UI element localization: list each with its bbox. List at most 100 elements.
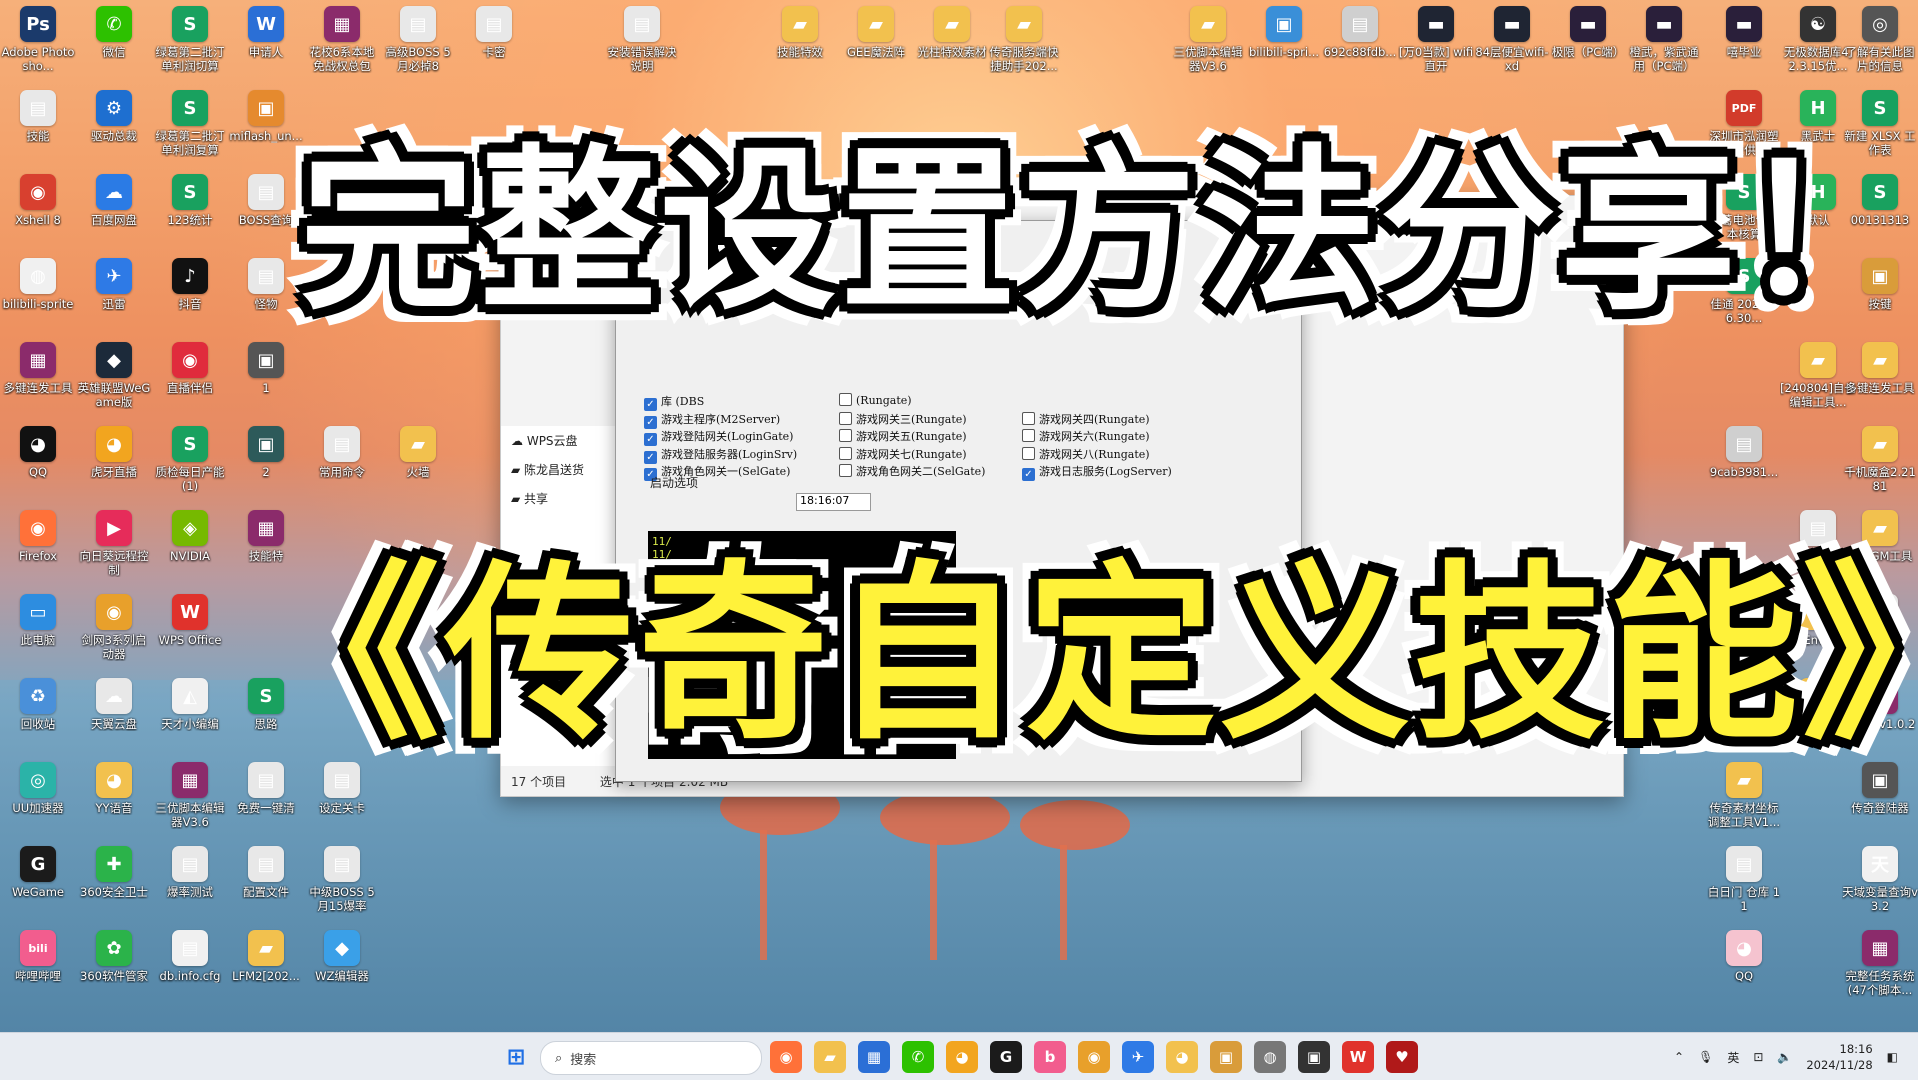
desktop-icon[interactable]: ✆ 微信 — [76, 6, 152, 59]
service-checkbox[interactable]: 库 (DBS — [644, 393, 704, 411]
desktop-icon[interactable]: ✿ 360软件管家 — [76, 930, 152, 983]
taskbar-app-sprite[interactable]: ◍ — [1254, 1041, 1286, 1073]
desktop-icon[interactable]: ▰ 火墙 — [380, 426, 456, 479]
taskbar-app-wps[interactable]: W — [1342, 1041, 1374, 1073]
service-checkbox[interactable]: 游戏日志服务(LogServer) — [1022, 463, 1172, 481]
desktop-icon[interactable]: ◕ QQ — [0, 426, 76, 479]
desktop-icon[interactable]: ▤ 配置文件 — [228, 846, 304, 899]
desktop-icon[interactable]: ▬ 嘻毕业 — [1706, 6, 1782, 59]
taskbar-app-huya[interactable]: ◕ — [946, 1041, 978, 1073]
desktop-icon[interactable]: ▣ bilibili-spri... — [1246, 6, 1322, 59]
desktop-icon[interactable]: ⚙ 驱动总裁 — [76, 90, 152, 143]
desktop-icon[interactable]: ▬ 橙武，紫武通用（PC端） — [1626, 6, 1702, 73]
desktop-icon[interactable]: ▰ LFM2[202... — [228, 930, 304, 983]
taskbar-clock[interactable]: 18:16 2024/11/28 — [1806, 1041, 1872, 1073]
desktop-icon[interactable]: ▣ 1 — [228, 342, 304, 395]
desktop-icon[interactable]: ▤ 9cab3981... — [1706, 426, 1782, 479]
taskbar-app-wegame[interactable]: G — [990, 1041, 1022, 1073]
desktop-icon[interactable]: ▣ miflash_un... — [228, 90, 304, 143]
service-checkbox[interactable]: (Rungate) — [839, 393, 912, 407]
microphone-icon[interactable]: 🎙 — [1698, 1050, 1713, 1064]
desktop-icon[interactable]: ◆ 英雄联盟WeGame版 — [76, 342, 152, 409]
desktop-icon[interactable]: ▤ 安装错误解决说明 — [604, 6, 680, 73]
service-checkbox[interactable]: 游戏登陆网关(LoginGate) — [644, 428, 793, 446]
desktop-icon[interactable]: ▤ 692c88fdb... — [1322, 6, 1398, 59]
desktop-icon[interactable]: ▰ GEE魔法阵 — [838, 6, 914, 59]
desktop-icon[interactable]: ◈ NVIDIA — [152, 510, 228, 563]
taskbar-app-jianwang[interactable]: ◉ — [1078, 1041, 1110, 1073]
desktop-icon[interactable]: ▤ 卡密 — [456, 6, 532, 59]
sidebar-item-wps-cloud[interactable]: ☁ WPS云盘 — [501, 426, 621, 455]
taskbar-app-legend[interactable]: ♥ — [1386, 1041, 1418, 1073]
desktop-icon[interactable]: ▤ BOSS查询 — [228, 174, 304, 227]
desktop-icon[interactable]: ◕ 虎牙直播 — [76, 426, 152, 479]
taskbar-app-bilibili[interactable]: b — [1034, 1041, 1066, 1073]
desktop-icon[interactable]: ▰ 技能特效 — [762, 6, 838, 59]
desktop-icon[interactable]: bili 哔哩哔哩 — [0, 930, 76, 983]
desktop-icon[interactable]: ▤ 怪物 — [228, 258, 304, 311]
service-checkbox[interactable]: 游戏网关六(Rungate) — [1022, 428, 1150, 444]
desktop-icon[interactable]: ♻ 回收站 — [0, 678, 76, 731]
sidebar-item-folder[interactable]: ▰ 陈龙昌送货 — [501, 455, 621, 484]
start-button[interactable]: ⊞ — [500, 1041, 532, 1073]
taskbar-app-xunlei[interactable]: ✈ — [1122, 1041, 1154, 1073]
desktop-icon[interactable]: G WeGame — [0, 846, 76, 899]
desktop-icon[interactable]: ◍ bilibili-sprite — [0, 258, 76, 311]
desktop-icon[interactable]: S 绿葛第二批汀单利润切算 — [152, 6, 228, 73]
desktop-icon[interactable]: W WPS Office — [152, 594, 228, 647]
service-checkbox[interactable]: 游戏网关三(Rungate) — [839, 411, 967, 427]
desktop-icon[interactable]: ▦ 完整任务系统(47个脚本... — [1842, 930, 1918, 997]
input-language[interactable]: 英 — [1727, 1049, 1739, 1066]
desktop-icon[interactable]: ▰ 千机魔盒2.2181 — [1842, 426, 1918, 493]
desktop-icon[interactable]: ◆ WZ编辑器 — [304, 930, 380, 983]
desktop-icon[interactable]: ◕ YY语音 — [76, 762, 152, 815]
desktop-icon[interactable]: ▤ 常用命令 — [304, 426, 380, 479]
desktop-icon[interactable]: S 绿葛第二批汀单利润复算 — [152, 90, 228, 157]
desktop-icon[interactable]: ▰ 多键连发工具 — [1842, 342, 1918, 395]
desktop-icon[interactable]: ▤ 高级BOSS 5月必掉8 — [380, 6, 456, 73]
notification-icon[interactable]: ◧ — [1887, 1050, 1898, 1064]
service-checkbox[interactable]: 游戏主程序(M2Server) — [644, 411, 780, 429]
desktop-icon[interactable]: ◎ UU加速器 — [0, 762, 76, 815]
network-icon[interactable]: ⊡ — [1753, 1050, 1763, 1064]
desktop-icon[interactable]: ✈ 迅雷 — [76, 258, 152, 311]
service-checkbox[interactable]: 游戏角色网关二(SelGate) — [839, 463, 985, 479]
volume-icon[interactable]: 🔈 — [1777, 1050, 1792, 1064]
desktop-icon[interactable]: ▬ [万0当款] wifi直开 — [1398, 6, 1474, 73]
desktop-icon[interactable]: ◉ Firefox — [0, 510, 76, 563]
desktop-icon[interactable]: ☁ 百度网盘 — [76, 174, 152, 227]
taskbar-app-app[interactable]: ▣ — [1298, 1041, 1330, 1073]
desktop-icon[interactable]: ◎ 了解有关此图片的信息 — [1842, 6, 1918, 73]
desktop-icon[interactable]: ◕ QQ — [1706, 930, 1782, 983]
service-checkbox[interactable]: 游戏登陆服务器(LoginSrv) — [644, 446, 797, 464]
desktop-icon[interactable]: ▦ 花校6系本地免战权总包 — [304, 6, 380, 73]
taskbar-search-box[interactable]: ⌕ 搜索 — [540, 1041, 762, 1075]
desktop-icon[interactable]: ▰ 传奇服务端快捷助手202... — [986, 6, 1062, 73]
desktop-icon[interactable]: ◉ 直播伴侣 — [152, 342, 228, 395]
desktop-icon[interactable]: ▦ 三优脚本编辑器V3.6 — [152, 762, 228, 829]
desktop-icon[interactable]: ▤ db.info.cfg — [152, 930, 228, 983]
service-checkbox[interactable]: 游戏网关四(Rungate) — [1022, 411, 1150, 427]
desktop-icon[interactable]: ▶ 向日葵远程控制 — [76, 510, 152, 577]
service-checkbox[interactable]: 游戏网关五(Rungate) — [839, 428, 967, 444]
desktop-icon[interactable]: W 申请人 — [228, 6, 304, 59]
taskbar-app-firefox[interactable]: ◉ — [770, 1041, 802, 1073]
taskbar-app-explorer[interactable]: ▰ — [814, 1041, 846, 1073]
desktop-icon[interactable]: ◭ 天才小编编 — [152, 678, 228, 731]
service-checkbox[interactable]: 游戏网关七(Rungate) — [839, 446, 967, 462]
desktop-icon[interactable]: ◉ 剑网3系列启动器 — [76, 594, 152, 661]
service-checkbox[interactable]: 游戏网关八(Rungate) — [1022, 446, 1150, 462]
desktop-icon[interactable]: ▬ 84层便宜wifi-xd — [1474, 6, 1550, 73]
taskbar-app-yy[interactable]: ◕ — [1166, 1041, 1198, 1073]
desktop-icon[interactable]: ▤ 白日门 仓库 11 — [1706, 846, 1782, 913]
desktop-icon[interactable]: ▰ 三优脚本编辑器V3.6 — [1170, 6, 1246, 73]
chevron-up-icon[interactable]: ⌃ — [1674, 1050, 1684, 1064]
taskbar-app-wechat[interactable]: ✆ — [902, 1041, 934, 1073]
desktop-icon[interactable]: ◉ Xshell 8 — [0, 174, 76, 227]
taskbar-app-game[interactable]: ▣ — [1210, 1041, 1242, 1073]
taskbar-app-store[interactable]: ▦ — [858, 1041, 890, 1073]
desktop-icon[interactable]: ▤ 中级BOSS 5月15爆率 — [304, 846, 380, 913]
desktop-icon[interactable]: ✚ 360安全卫士 — [76, 846, 152, 899]
desktop-icon[interactable]: ▭ 此电脑 — [0, 594, 76, 647]
desktop-icon[interactable]: ▬ 极限（PC端） — [1550, 6, 1626, 59]
